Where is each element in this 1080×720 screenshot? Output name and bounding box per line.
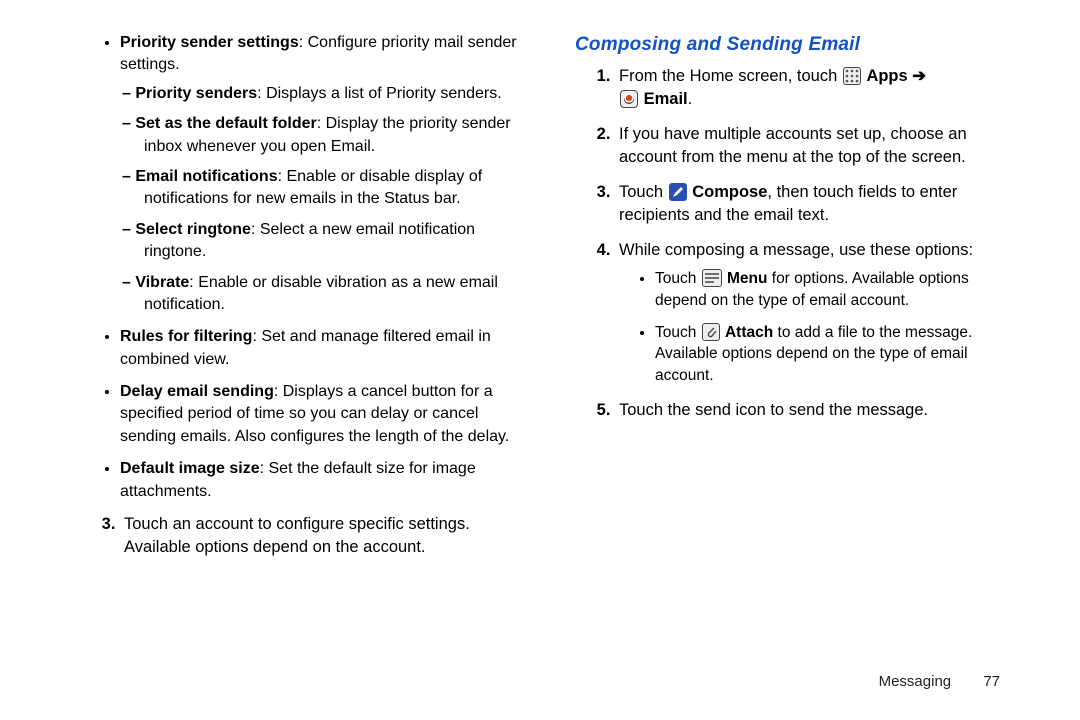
right-step-4: While composing a message, use these opt… [615,239,1020,387]
section-heading: Composing and Sending Email [575,32,1020,59]
dash-ringtone: Select ringtone: Select a new email noti… [144,219,525,264]
footer-section: Messaging [879,673,952,690]
bullet-priority-sender-settings: Priority sender settings: Configure prio… [120,32,525,316]
dash-priority-senders: Priority senders: Displays a list of Pri… [144,83,525,105]
post: . [688,90,693,108]
lead: Email notifications [135,168,277,185]
text: Touch the send icon to send the message. [619,401,928,419]
pre: From the Home screen, touch [619,67,842,85]
menu-label: Menu [727,270,767,287]
lead: Default image size [120,460,260,477]
bullet-imgsize: Default image size: Set the default size… [120,458,525,503]
lead: Set as the default folder [135,115,316,132]
text-b: Available options depend on the account. [124,538,426,556]
sub-menu: Touch Menu for options. Available option… [655,268,1020,311]
apps-grid-icon [843,67,861,85]
lead: Select ringtone [135,221,251,238]
attach-label: Attach [725,324,773,341]
lead: Priority sender settings [120,34,299,51]
rest: : Displays a list of Priority senders. [257,85,502,102]
email-label: Email [644,90,688,108]
sub-attach: Touch Attach to add a file to the messag… [655,322,1020,387]
email-app-icon [620,90,638,108]
dash-email-notif: Email notifications: Enable or disable d… [144,166,525,211]
text: If you have multiple accounts set up, ch… [619,125,967,166]
right-step-5: Touch the send icon to send the message. [615,399,1020,422]
dash-vibrate: Vibrate: Enable or disable vibration as … [144,272,525,317]
compose-icon [669,183,687,201]
text-a: Touch an account to configure specific s… [124,515,470,533]
lead: Rules for filtering [120,328,252,345]
pre: Touch [655,324,701,341]
arrow-icon: ➔ [912,67,926,85]
right-step-2: If you have multiple accounts set up, ch… [615,123,1020,169]
attach-icon [702,323,720,341]
left-step-3: Touch an account to configure specific s… [120,513,525,559]
dash-default-folder: Set as the default folder: Display the p… [144,113,525,158]
bullet-delay: Delay email sending: Displays a cancel b… [120,381,525,448]
pre: Touch [655,270,701,287]
page-number: 77 [983,673,1000,690]
rest: : Enable or disable vibration as a new e… [144,274,498,313]
compose-label: Compose [692,183,767,201]
pre: Touch [619,183,668,201]
lead: Vibrate [135,274,189,291]
page-footer: Messaging 77 [879,673,1000,690]
right-step-3: Touch Compose, then touch fields to ente… [615,181,1020,227]
text: While composing a message, use these opt… [619,241,973,259]
apps-label: Apps [866,67,907,85]
bullet-rules: Rules for filtering: Set and manage filt… [120,326,525,371]
lead: Delay email sending [120,383,274,400]
menu-icon [702,269,722,287]
lead: Priority senders [135,85,257,102]
right-step-1: From the Home screen, touch Apps ➔ Email… [615,65,1020,111]
